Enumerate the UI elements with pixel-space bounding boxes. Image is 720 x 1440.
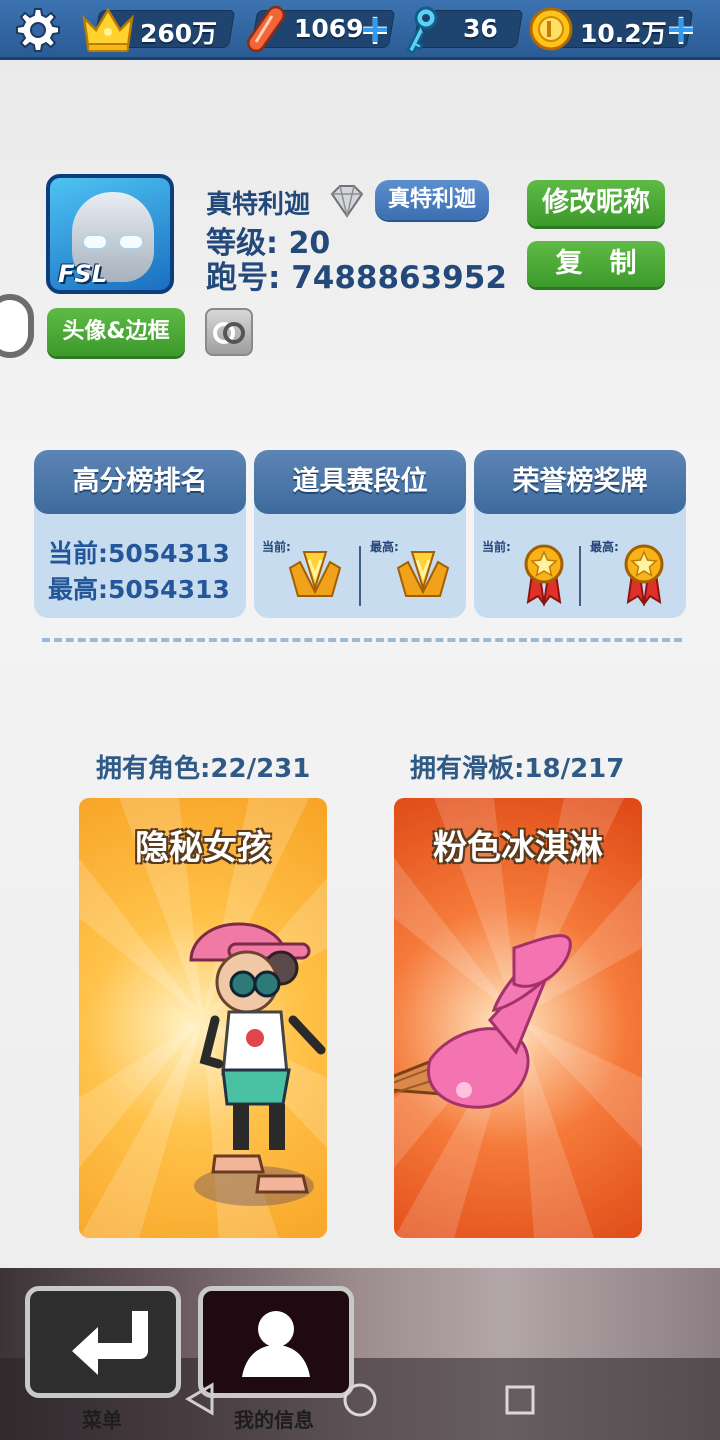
back-triangle-icon[interactable] — [184, 1382, 216, 1416]
honor-medal-title: 荣誉榜奖牌 — [474, 450, 686, 514]
menu-button[interactable] — [25, 1286, 181, 1398]
score-rank-best: 最高:5054313 — [48, 575, 230, 604]
score-rank-panel[interactable]: 高分榜排名 当前:5054313 最高:5054313 — [34, 450, 246, 618]
my-info-label: 我的信息 — [234, 1408, 314, 1432]
avatar-frame-button[interactable]: 头像&边框 — [47, 308, 185, 356]
side-drawer-handle[interactable] — [0, 294, 34, 358]
character-card[interactable]: 隐秘女孩 — [79, 798, 327, 1238]
skateboard-icon — [246, 5, 286, 53]
add-boards-button[interactable]: + — [358, 9, 392, 49]
avatar-frame-label: FSL — [58, 260, 107, 288]
copy-id-button[interactable]: 复 制 — [527, 241, 665, 287]
coin-count: 10.2万 — [580, 19, 667, 48]
skateboard-card[interactable]: 粉色冰淇淋 — [394, 798, 642, 1238]
boards-owned: 拥有滑板:18/217 — [410, 754, 625, 784]
title-badge: 真特利迦 — [375, 180, 489, 220]
ice-cream-board-icon — [394, 934, 572, 1109]
return-arrow-icon — [72, 1311, 148, 1375]
board-count: 1069 — [294, 14, 364, 43]
characters-owned: 拥有角色:22/231 — [96, 754, 311, 784]
honor-best-label: 最高: — [590, 540, 619, 554]
gold-rank-emblem-best-icon — [396, 551, 450, 597]
character-figure-icon — [189, 922, 326, 1206]
player-nickname: 真特利迦 — [206, 190, 311, 220]
rings-button[interactable] — [205, 308, 253, 356]
section-divider — [42, 638, 682, 642]
medal-best-icon — [624, 544, 664, 606]
item-race-divider — [359, 546, 361, 606]
crown-icon — [82, 7, 134, 52]
my-info-button[interactable] — [198, 1286, 354, 1398]
key-icon — [406, 6, 438, 55]
home-circle-icon[interactable] — [342, 1382, 378, 1418]
add-coins-button[interactable]: + — [664, 9, 698, 49]
honor-divider — [579, 546, 581, 606]
avatar[interactable]: FSL — [46, 174, 174, 294]
menu-label: 菜单 — [82, 1408, 122, 1432]
diamond-rank-icon — [330, 185, 364, 218]
medal-icon — [524, 544, 564, 606]
avatar-eye-right — [120, 236, 142, 248]
honor-current-label: 当前: — [482, 540, 511, 554]
score-rank-current: 当前:5054313 — [48, 539, 230, 568]
player-run-id: 跑号: 7488863952 — [206, 260, 507, 296]
user-profile-icon — [242, 1311, 310, 1377]
gold-rank-emblem-icon — [288, 551, 342, 597]
recents-square-icon[interactable] — [504, 1384, 536, 1416]
crown-count: 260万 — [140, 19, 218, 48]
score-rank-title: 高分榜排名 — [34, 450, 246, 514]
top-resource-bar: 260万 1069 + 36 10.2万 + — [0, 0, 720, 60]
coin-icon — [529, 7, 573, 51]
key-count: 36 — [463, 14, 498, 43]
rename-button[interactable]: 修改昵称 — [527, 180, 665, 226]
item-race-title: 道具赛段位 — [254, 450, 466, 514]
avatar-eye-left — [84, 236, 106, 248]
settings-gear-icon[interactable] — [14, 6, 62, 54]
rings-icon — [213, 322, 245, 344]
